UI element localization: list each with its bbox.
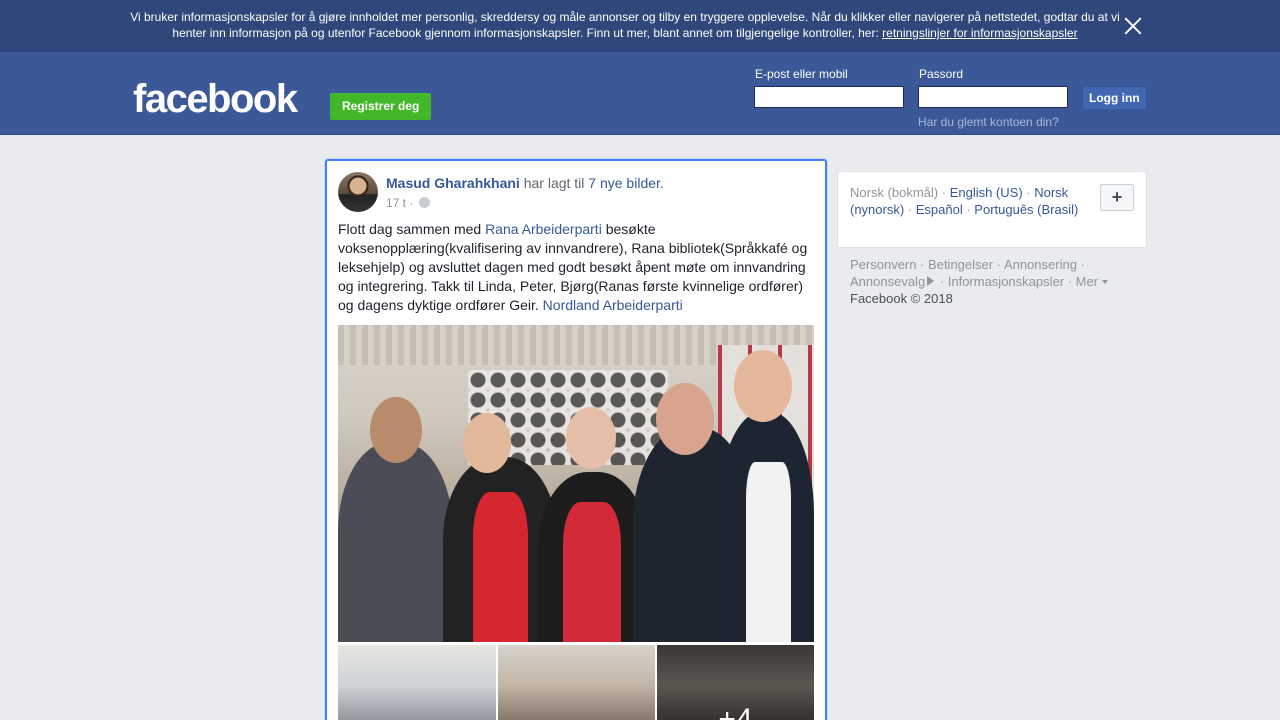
- footer-link-ad-choices[interactable]: Annonsevalg: [850, 274, 925, 289]
- footer-link-terms[interactable]: Betingelser: [928, 257, 993, 272]
- photo-person: [563, 502, 621, 642]
- post-header: Masud Gharahkhani har lagt til 7 nye bil…: [386, 174, 664, 192]
- photo-person: [338, 442, 453, 642]
- photo-person-head: [370, 397, 422, 463]
- language-selector: Norsk (bokmål) · English (US) · Norsk (n…: [837, 171, 1147, 248]
- main-photo[interactable]: [338, 325, 814, 642]
- cookie-banner: Vi bruker informasjonskapsler for å gjør…: [0, 0, 1280, 52]
- photo-person: [746, 462, 791, 642]
- thumbnail-photo-more[interactable]: +4: [657, 645, 814, 720]
- mention-rana-arbeiderparti[interactable]: Rana Arbeiderparti: [485, 221, 602, 237]
- email-field[interactable]: [754, 86, 904, 108]
- more-photos-count: +4: [657, 645, 814, 720]
- post-action-text: har lagt til: [523, 175, 585, 191]
- post-text-part: Flott dag sammen med: [338, 221, 486, 237]
- avatar[interactable]: [338, 172, 378, 212]
- author-name[interactable]: Masud Gharahkhani: [386, 175, 520, 191]
- mention-nordland-arbeiderparti[interactable]: Nordland Arbeiderparti: [543, 297, 683, 313]
- footer-link-cookies[interactable]: Informasjonskapsler: [948, 274, 1064, 289]
- globe-icon: [418, 197, 430, 208]
- meta-separator: ·: [409, 196, 414, 210]
- footer-link-more[interactable]: Mer: [1076, 274, 1098, 289]
- email-label: E-post eller mobil: [755, 67, 848, 81]
- login-button[interactable]: Logg inn: [1082, 86, 1147, 110]
- language-list: Norsk (bokmål) · English (US) · Norsk (n…: [850, 185, 1079, 217]
- post-card: Masud Gharahkhani har lagt til 7 nye bil…: [325, 159, 827, 720]
- facebook-logo[interactable]: facebook: [133, 77, 298, 121]
- footer-links: Personvern · Betingelser · Annonsering ·…: [850, 256, 1150, 307]
- language-option[interactable]: Español: [916, 202, 963, 217]
- footer-link-advertising[interactable]: Annonsering: [1004, 257, 1077, 272]
- password-label: Passord: [919, 67, 964, 81]
- photo-person-head: [656, 383, 714, 455]
- cookie-policy-link[interactable]: retningslinjer for informasjonskapsler: [882, 26, 1077, 40]
- photos-link[interactable]: 7 nye bilder.: [588, 175, 664, 191]
- add-language-button[interactable]: +: [1100, 184, 1134, 211]
- language-current: Norsk (bokmål): [850, 185, 939, 200]
- caret-down-icon: [1101, 280, 1108, 284]
- register-button[interactable]: Registrer deg: [330, 93, 432, 120]
- thumbnail-photo[interactable]: [338, 645, 496, 720]
- copyright: Facebook © 2018: [850, 291, 953, 306]
- photo-person-head: [463, 413, 511, 473]
- post-text: Flott dag sammen med Rana Arbeiderparti …: [338, 220, 816, 315]
- language-option[interactable]: English (US): [950, 185, 1023, 200]
- language-option[interactable]: Português (Brasil): [974, 202, 1078, 217]
- thumbnail-photo[interactable]: [498, 645, 655, 720]
- post-timestamp[interactable]: 17 t: [386, 196, 406, 210]
- forgot-account-link[interactable]: Har du glemt kontoen din?: [918, 115, 1059, 129]
- photo-person-head: [734, 350, 792, 422]
- photo-person: [473, 492, 528, 642]
- ad-choices-icon: [927, 276, 935, 286]
- close-icon[interactable]: [1122, 15, 1144, 37]
- password-field[interactable]: [918, 86, 1068, 108]
- top-header: facebook Registrer deg E-post eller mobi…: [0, 52, 1280, 135]
- post-meta: 17 t ·: [386, 196, 430, 210]
- footer-link-privacy[interactable]: Personvern: [850, 257, 916, 272]
- photo-person-head: [566, 407, 616, 469]
